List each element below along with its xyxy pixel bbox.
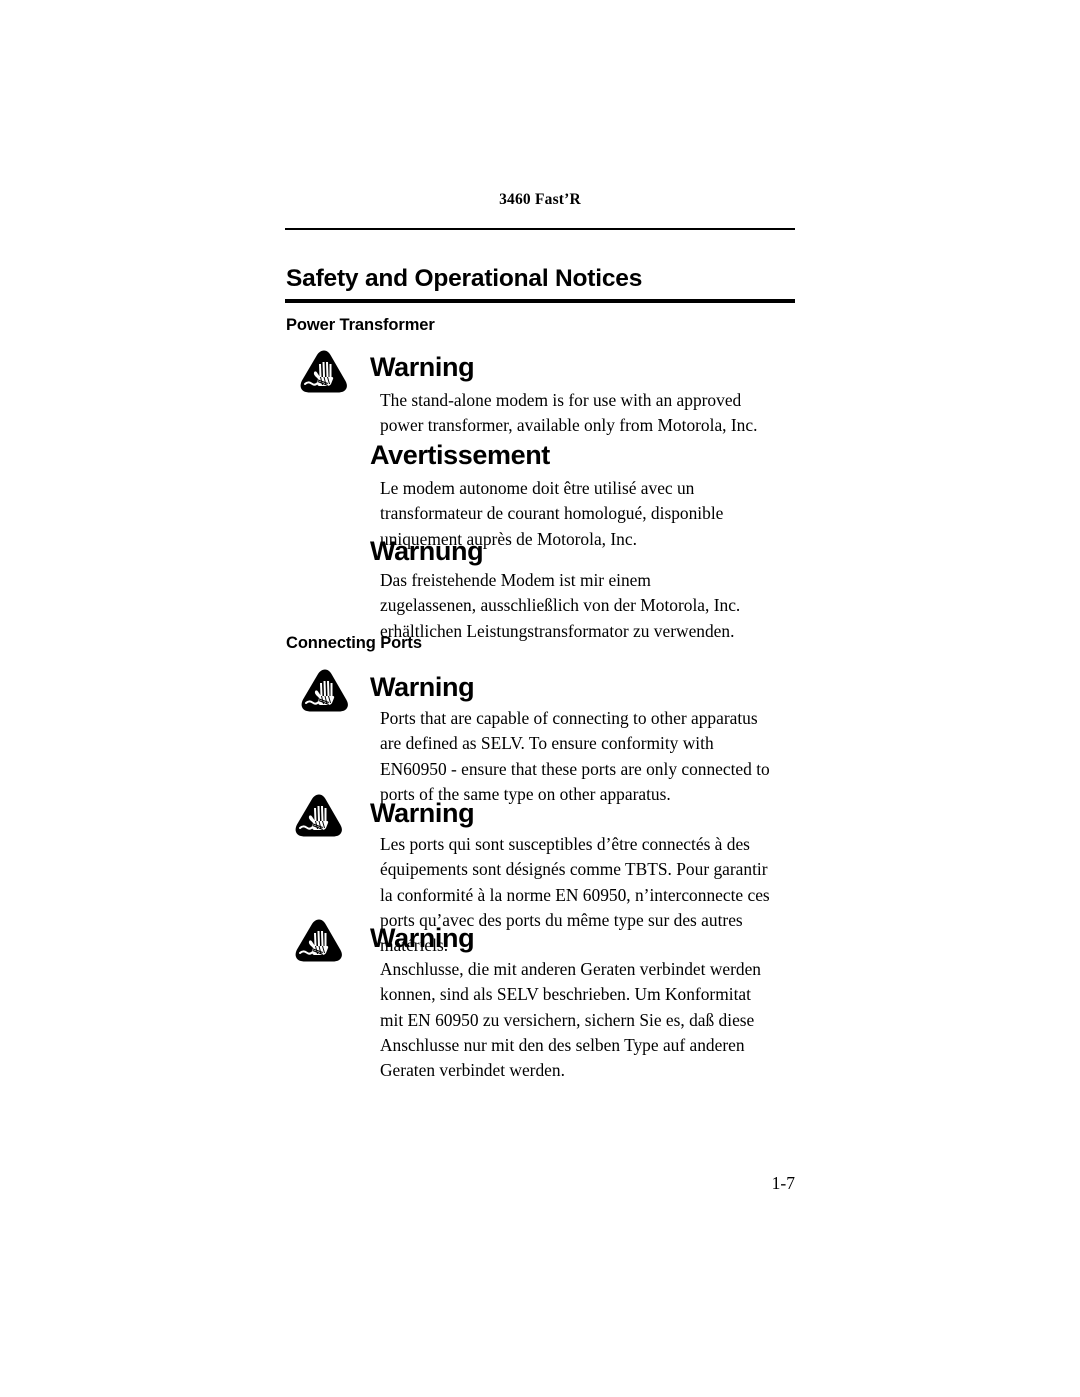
warning-hand-triangle-icon (300, 668, 350, 713)
page-title: Safety and Operational Notices (286, 265, 643, 292)
warning-heading: Warning (370, 352, 475, 382)
warning-hand-triangle-icon (299, 349, 349, 394)
running-header: 3460 Fast’R (499, 191, 581, 208)
warning-hand-triangle-icon (294, 793, 344, 838)
warning-body: Das freistehende Modem ist mir einem zug… (380, 570, 741, 641)
warning-body: Ports that are capable of connecting to … (380, 708, 770, 804)
header-rule (285, 228, 795, 230)
page-number: 1-7 (771, 1173, 795, 1193)
warning-heading: Warnung (370, 536, 484, 566)
warning-hand-triangle-icon (294, 918, 344, 963)
warning-heading: Avertissement (370, 440, 550, 470)
warning-body: Anschlusse, die mit anderen Geraten verb… (380, 959, 762, 1081)
subheading-power-transformer: Power Transformer (286, 316, 435, 334)
warning-heading: Warning (370, 798, 475, 828)
warning-body: The stand-alone modem is for use with an… (380, 390, 758, 436)
warning-heading: Warning (370, 923, 475, 953)
subheading-connecting-ports: Connecting Ports (286, 634, 422, 652)
document-page: 3460 Fast’R Safety and Operational Notic… (0, 0, 1080, 1397)
warning-heading: Warning (370, 672, 475, 702)
title-rule (285, 299, 795, 303)
